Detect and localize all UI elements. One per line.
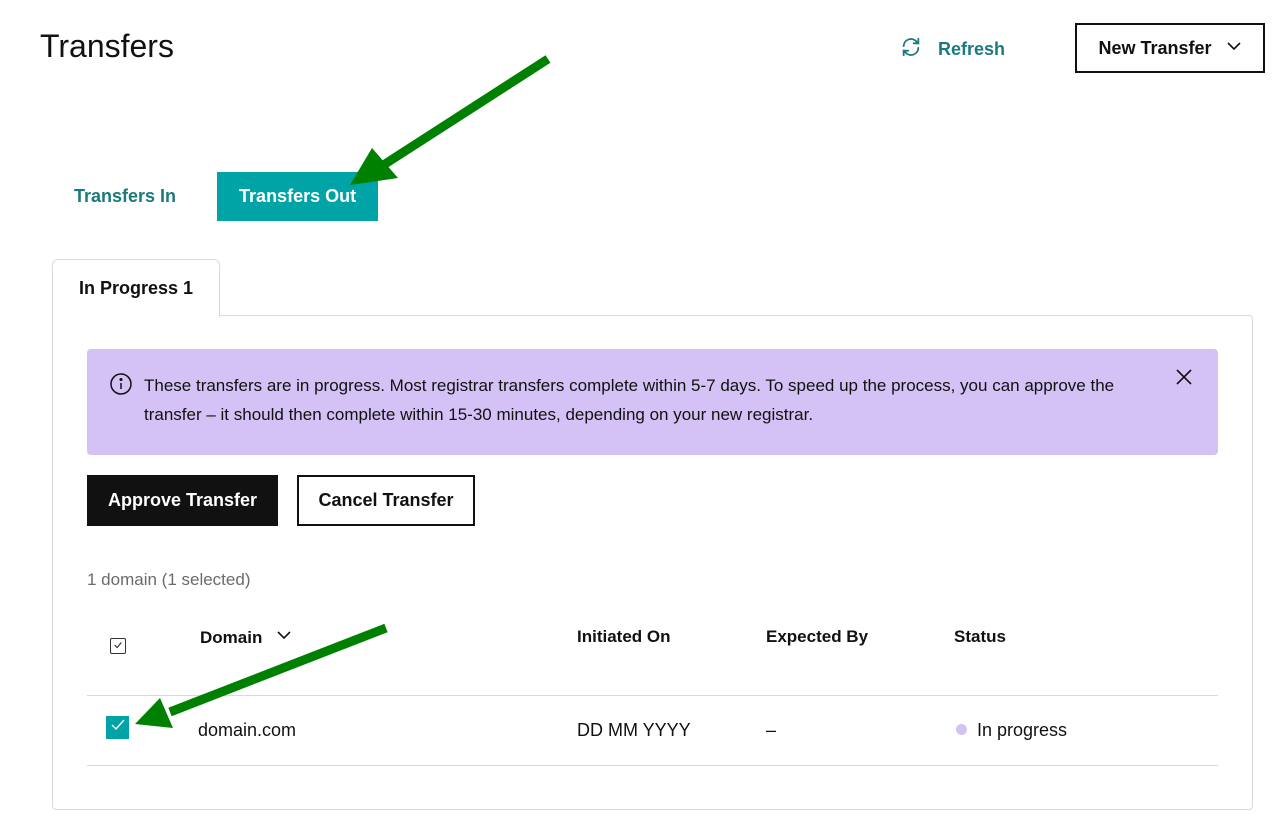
status-dot-icon [956,724,967,735]
annotation-arrow-transfers-out [350,55,551,185]
approve-transfer-button[interactable]: Approve Transfer [87,475,278,526]
tab-transfers-out[interactable]: Transfers Out [217,172,379,221]
table-header: Domain Initiated On Expected By Status [87,615,1218,696]
chevron-down-icon [276,627,292,648]
transfer-direction-tabs: Transfers In Transfers Out [52,172,379,221]
refresh-icon [900,36,922,63]
page-title: Transfers [40,28,174,64]
close-icon [1172,369,1196,392]
check-icon [113,637,123,655]
column-initiated-on: Initiated On [577,627,671,646]
status-cell: In progress [956,720,1067,741]
tab-in-progress[interactable]: In Progress 1 [52,259,220,317]
column-expected-by: Expected By [766,627,869,646]
selection-summary: 1 domain (1 selected) [87,570,251,589]
tab-transfers-in[interactable]: Transfers In [52,172,198,221]
initiated-on-cell: DD MM YYYY [577,720,691,740]
expected-by-cell: – [766,720,777,740]
info-alert: These transfers are in progress. Most re… [87,349,1218,455]
info-icon [109,372,133,396]
status-label: In progress [977,720,1068,740]
table-row[interactable]: domain.com DD MM YYYY – In progress [87,696,1218,766]
select-all-checkbox[interactable] [110,638,126,654]
chevron-down-icon [1226,38,1242,59]
cancel-transfer-button[interactable]: Cancel Transfer [297,475,475,526]
alert-message: These transfers are in progress. Most re… [144,376,1115,424]
close-alert-button[interactable] [1172,365,1196,389]
refresh-label: Refresh [938,38,1006,59]
new-transfer-label: New Transfer [1098,37,1212,58]
new-transfer-button[interactable]: New Transfer [1075,23,1265,73]
row-checkbox[interactable] [106,716,129,739]
column-domain-label: Domain [200,627,263,647]
refresh-button[interactable]: Refresh [900,34,1005,64]
domain-cell: domain.com [198,720,297,740]
check-icon [110,717,126,738]
column-status: Status [954,627,1006,646]
column-domain[interactable]: Domain [200,627,292,648]
